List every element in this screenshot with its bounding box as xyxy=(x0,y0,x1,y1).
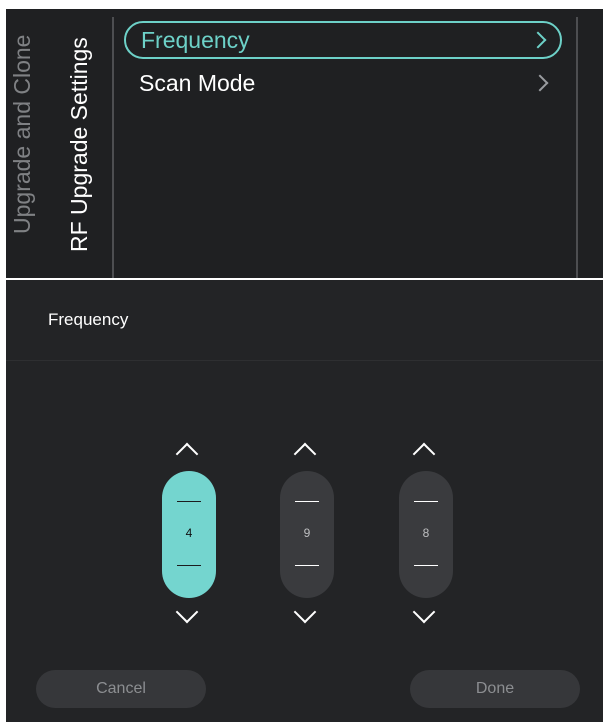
digit-value: 4 xyxy=(185,526,193,540)
chevron-down-icon[interactable] xyxy=(293,600,317,624)
breadcrumb-parent[interactable]: Upgrade and Clone xyxy=(9,35,36,234)
chevron-up-icon[interactable] xyxy=(175,442,199,466)
selection-line xyxy=(295,565,319,566)
chevron-up-icon[interactable] xyxy=(412,442,436,466)
selection-line xyxy=(295,501,319,502)
chevron-right-icon xyxy=(531,74,549,92)
digit-wheel[interactable]: 9 xyxy=(280,471,334,598)
selection-line xyxy=(177,565,201,566)
selection-line xyxy=(177,501,201,502)
settings-panel: Upgrade and Clone RF Upgrade Settings Fr… xyxy=(6,9,603,278)
chevron-right-icon xyxy=(529,31,547,49)
chevron-down-icon[interactable] xyxy=(412,600,436,624)
divider xyxy=(112,17,114,278)
menu-item-scan-mode[interactable]: Scan Mode xyxy=(124,64,562,102)
divider xyxy=(576,17,578,278)
dialog-title: Frequency xyxy=(48,310,129,329)
dialog-header: Frequency xyxy=(6,280,603,361)
digit-wheel[interactable]: 8 xyxy=(399,471,453,598)
menu-item-label: Frequency xyxy=(141,26,250,53)
chevron-up-icon[interactable] xyxy=(293,442,317,466)
digit-wheel[interactable]: 4 xyxy=(162,471,216,598)
done-button[interactable]: Done xyxy=(410,670,580,708)
digit-picker-1[interactable]: 4 xyxy=(162,440,216,625)
digit-picker-3[interactable]: 8 xyxy=(399,440,453,625)
menu-item-frequency[interactable]: Frequency xyxy=(124,21,562,59)
digit-value: 8 xyxy=(422,526,430,540)
page-title: RF Upgrade Settings xyxy=(66,37,92,252)
digit-value: 9 xyxy=(303,526,311,540)
selection-line xyxy=(414,501,438,502)
menu-item-label: Scan Mode xyxy=(139,69,256,96)
selection-line xyxy=(414,565,438,566)
frequency-dialog: Frequency 4 9 8 Cancel Done xyxy=(6,280,603,722)
cancel-button[interactable]: Cancel xyxy=(36,670,206,708)
chevron-down-icon[interactable] xyxy=(175,600,199,624)
digit-picker-2[interactable]: 9 xyxy=(280,440,334,625)
